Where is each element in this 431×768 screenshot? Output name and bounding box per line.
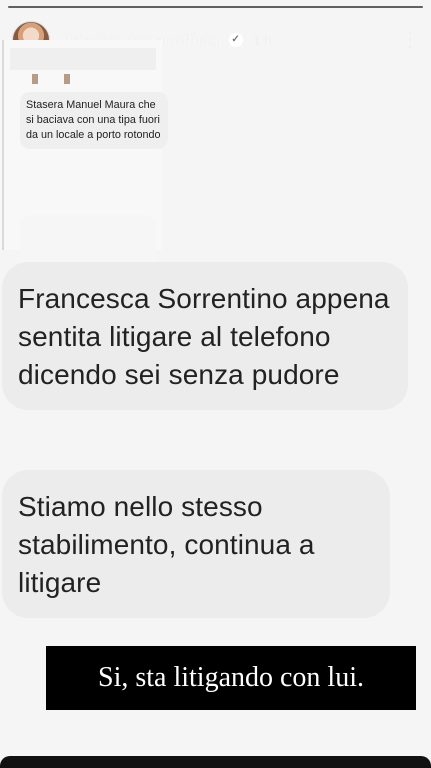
screenshot-photo-fragment [32,74,74,84]
photo-leg-right [64,74,70,84]
screenshot-divider [2,40,4,250]
story-viewer: deianiramarzanofficial ✓ 1 h ⋮ Stasera M… [0,0,431,768]
photo-leg-left [32,74,38,84]
screenshot-top-area [10,48,156,70]
screenshot-message-bubble: Stasera Manuel Maura che si baciava con … [20,92,168,149]
verified-icon: ✓ [228,33,243,47]
story-bottom-bar [0,756,431,768]
story-progress-fill [8,6,423,8]
story-time: 1 h [252,32,273,48]
story-progress-bar [8,6,423,8]
more-options-icon[interactable]: ⋮ [400,30,420,50]
message-bubble: Francesca Sorrentino appena sentita liti… [2,262,408,410]
story-caption: Si, sta litigando con lui. [46,646,416,710]
message-bubble: Stiamo nello stesso stabilimento, contin… [2,470,390,618]
chat-screenshot-image: Stasera Manuel Maura che si baciava con … [0,40,168,285]
